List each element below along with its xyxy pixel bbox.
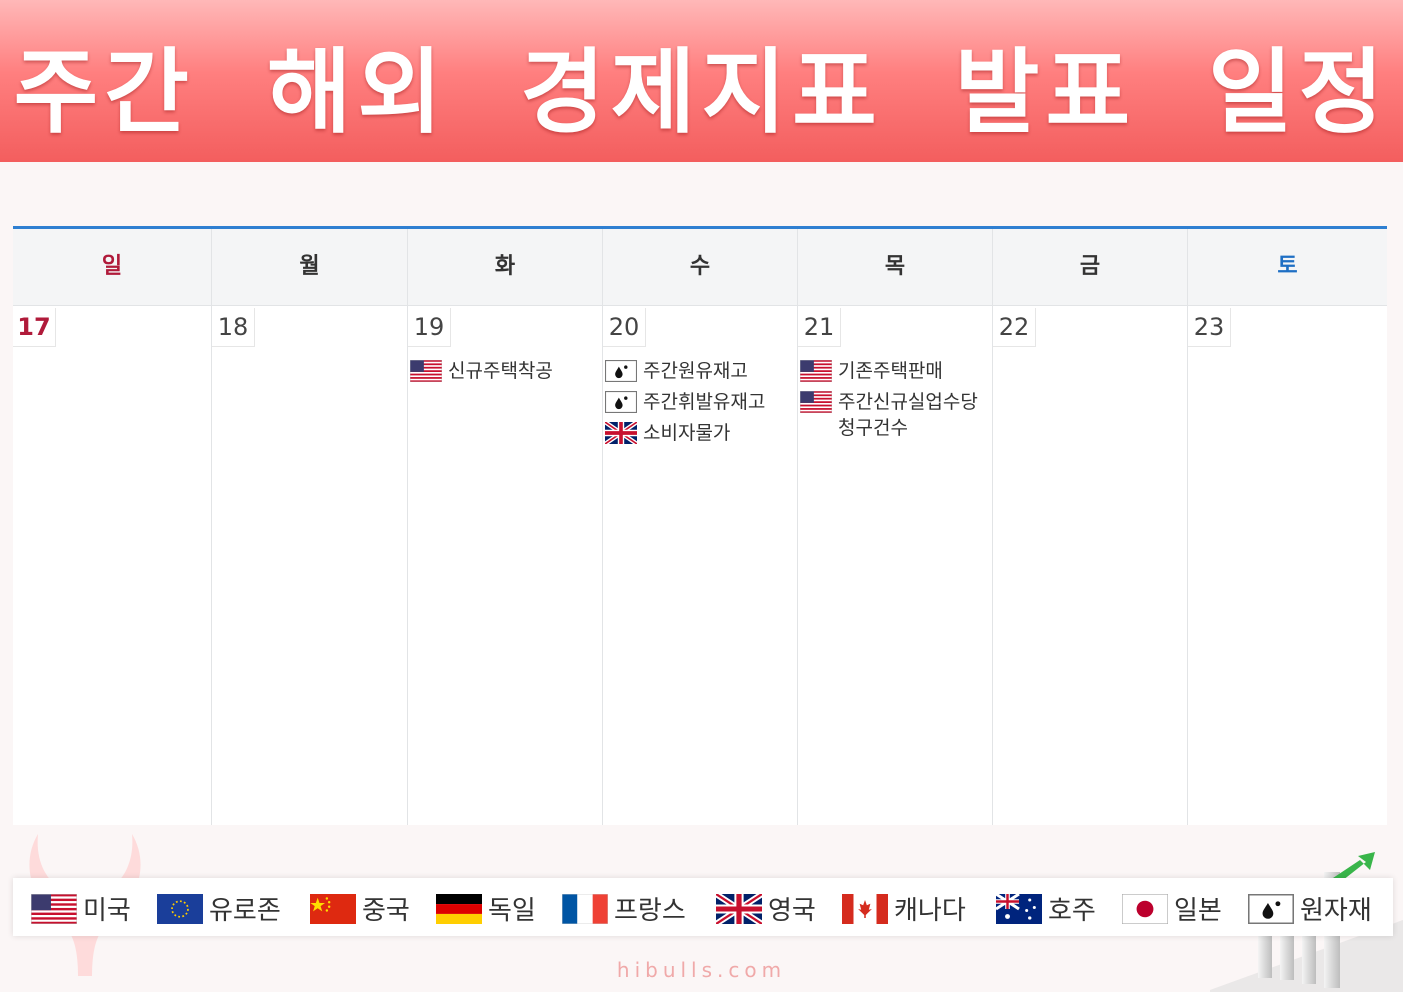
us-flag-icon xyxy=(31,893,77,924)
title-banner: 주간 해외 경제지표 발표 일정 xyxy=(0,0,1403,162)
uk-flag-icon xyxy=(716,893,762,924)
country-legend: 미국 유로존 중국 독일 프랑스 영국 캐나다 호주 일본 원자재 xyxy=(13,878,1393,936)
day-number: 23 xyxy=(1188,308,1231,347)
day-number: 20 xyxy=(603,308,646,347)
legend-label: 일본 xyxy=(1174,896,1222,926)
event-list: 신규주택착공 xyxy=(408,358,602,389)
commodity-icon xyxy=(605,360,637,382)
legend-label: 유로존 xyxy=(209,896,281,926)
event-item[interactable]: 주간신규실업수당청구건수 xyxy=(798,389,992,441)
day-number: 21 xyxy=(798,308,841,347)
event-list: 기존주택판매주간신규실업수당청구건수 xyxy=(798,358,992,446)
legend-item-china: 중국 xyxy=(310,890,410,927)
day-cell-tue[interactable]: 19 신규주택착공 xyxy=(408,306,603,825)
eu-flag-icon xyxy=(157,893,203,924)
france-flag-icon xyxy=(562,893,608,924)
germany-flag-icon xyxy=(436,893,482,924)
event-label: 주간원유재고 xyxy=(643,360,748,382)
canada-flag-icon xyxy=(842,893,888,924)
event-item[interactable]: 주간원유재고 xyxy=(603,358,797,384)
page-title: 주간 해외 경제지표 발표 일정 xyxy=(13,39,1390,146)
legend-label: 프랑스 xyxy=(614,896,686,926)
weekday-header-sat: 토 xyxy=(1277,254,1298,279)
legend-item-japan: 일본 xyxy=(1122,890,1222,927)
legend-item-uk: 영국 xyxy=(716,890,816,927)
us-flag-icon xyxy=(800,391,832,413)
weekday-header-wed: 수 xyxy=(603,229,798,305)
day-cell-fri[interactable]: 22 xyxy=(993,306,1188,825)
legend-label: 원자재 xyxy=(1300,896,1372,926)
china-flag-icon xyxy=(310,893,356,924)
event-label: 소비자물가 xyxy=(643,422,731,444)
event-label: 기존주택판매 xyxy=(838,360,943,382)
weekday-header-row: 일 월 화 수 목 금 토 xyxy=(13,229,1387,306)
day-cell-wed[interactable]: 20 주간원유재고주간휘발유재고소비자물가 xyxy=(603,306,798,825)
event-item[interactable]: 주간휘발유재고 xyxy=(603,389,797,415)
event-label: 주간신규실업수당청구건수 xyxy=(838,391,978,439)
event-item[interactable]: 소비자물가 xyxy=(603,420,797,446)
commodity-icon xyxy=(605,391,637,413)
legend-item-canada: 캐나다 xyxy=(842,890,966,927)
event-label: 주간휘발유재고 xyxy=(643,391,766,413)
weekday-header-thu: 목 xyxy=(798,229,993,305)
legend-label: 캐나다 xyxy=(894,896,966,926)
day-number: 17 xyxy=(13,308,56,347)
weekday-header-fri: 금 xyxy=(993,229,1188,305)
event-label: 신규주택착공 xyxy=(448,360,553,382)
us-flag-icon xyxy=(800,360,832,382)
legend-item-france: 프랑스 xyxy=(562,890,686,927)
day-number: 22 xyxy=(993,308,1036,347)
legend-item-us: 미국 xyxy=(31,890,131,927)
legend-label: 호주 xyxy=(1048,896,1096,926)
day-number: 18 xyxy=(212,308,255,347)
legend-item-australia: 호주 xyxy=(996,890,1096,927)
day-cell-thu[interactable]: 21 기존주택판매주간신규실업수당청구건수 xyxy=(798,306,993,825)
event-item[interactable]: 기존주택판매 xyxy=(798,358,992,384)
legend-label: 영국 xyxy=(768,896,816,926)
legend-label: 미국 xyxy=(83,896,131,926)
weekday-header-tue: 화 xyxy=(408,229,603,305)
weekday-header-sun: 일 xyxy=(13,229,212,305)
commodity-icon xyxy=(1248,893,1294,924)
day-cell-sun[interactable]: 17 xyxy=(13,306,212,825)
day-cell-mon[interactable]: 18 xyxy=(212,306,408,825)
legend-item-commodity: 원자재 xyxy=(1248,890,1372,927)
site-watermark: hibulls.com xyxy=(616,958,787,982)
weekday-header-mon: 월 xyxy=(212,229,408,305)
japan-flag-icon xyxy=(1122,893,1168,924)
event-item[interactable]: 신규주택착공 xyxy=(408,358,602,384)
day-cell-sat[interactable]: 23 xyxy=(1188,306,1387,825)
legend-label: 독일 xyxy=(488,896,536,926)
day-number: 19 xyxy=(408,308,451,347)
legend-item-germany: 독일 xyxy=(436,890,536,927)
legend-item-eurozone: 유로존 xyxy=(157,890,281,927)
us-flag-icon xyxy=(410,360,442,382)
weekly-calendar: 일 월 화 수 목 금 토 17 18 19 신규주택착공 20 주간원유재고 주… xyxy=(13,226,1387,825)
legend-label: 중국 xyxy=(362,896,410,926)
event-list: 주간원유재고주간휘발유재고소비자물가 xyxy=(603,358,797,451)
australia-flag-icon xyxy=(996,893,1042,924)
uk-flag-icon xyxy=(605,422,637,444)
